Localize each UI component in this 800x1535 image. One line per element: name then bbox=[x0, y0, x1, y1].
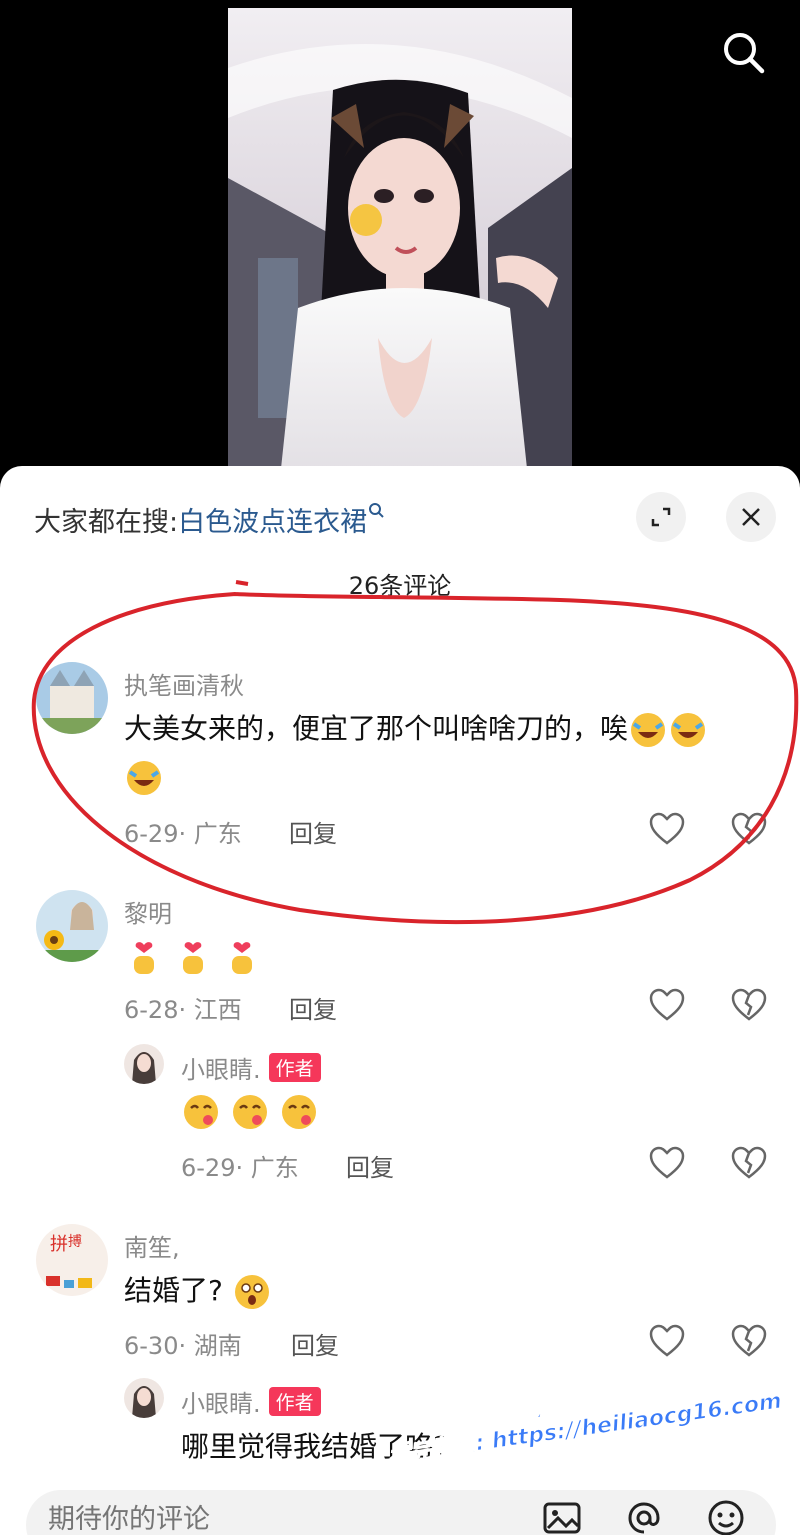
comment-meta: 6-29· 广东 bbox=[124, 820, 242, 848]
video-thumbnail bbox=[228, 8, 572, 478]
heart-icon bbox=[649, 988, 685, 1021]
avatar[interactable]: 拼 搏 bbox=[36, 1224, 108, 1296]
reply-button[interactable]: 回复 bbox=[289, 990, 337, 1025]
dislike-button[interactable] bbox=[731, 988, 767, 1022]
reply-author-name[interactable]: 小眼睛. bbox=[181, 1390, 261, 1418]
author-badge: 作者 bbox=[268, 1053, 321, 1082]
broken-heart-icon bbox=[731, 1146, 767, 1179]
expand-icon bbox=[651, 507, 671, 527]
search-icon bbox=[724, 33, 765, 74]
video-frame[interactable] bbox=[228, 8, 572, 478]
surprised-face-emoji bbox=[234, 1275, 269, 1309]
comment-meta: 6-28· 江西 bbox=[124, 996, 242, 1024]
reply-meta: 6-29· 广东 bbox=[181, 1154, 299, 1182]
dislike-button[interactable] bbox=[731, 1146, 767, 1180]
like-button[interactable] bbox=[649, 1324, 685, 1358]
broken-heart-icon bbox=[731, 988, 767, 1021]
reply-author: 小眼睛. 作者 bbox=[181, 1384, 321, 1419]
comment-text-line: 大美女来的，便宜了那个叫啥啥刀的，唉 bbox=[124, 712, 629, 745]
comment-input-bar bbox=[26, 1490, 776, 1535]
video-player[interactable] bbox=[0, 0, 800, 478]
yummy-face-emoji bbox=[184, 1095, 218, 1129]
finger-heart-emoji bbox=[134, 942, 154, 974]
comment-text-content: 结婚了? bbox=[124, 1274, 223, 1307]
broken-heart-icon bbox=[731, 812, 767, 845]
search-button[interactable] bbox=[716, 26, 770, 80]
svg-text:搏: 搏 bbox=[68, 1233, 82, 1250]
avatar[interactable] bbox=[36, 890, 108, 962]
dislike-button[interactable] bbox=[731, 812, 767, 846]
comment-meta: 6-30· 湖南 bbox=[124, 1332, 242, 1360]
expand-button[interactable] bbox=[636, 492, 686, 542]
heart-icon bbox=[649, 1324, 685, 1357]
svg-text:拼: 拼 bbox=[50, 1234, 68, 1255]
comment-text: 大美女来的，便宜了那个叫啥啥刀的，唉 bbox=[124, 704, 708, 754]
comment-input[interactable] bbox=[48, 1504, 528, 1535]
comment-text-line2 bbox=[124, 752, 164, 802]
dislike-button[interactable] bbox=[731, 1324, 767, 1358]
comment-text bbox=[124, 930, 262, 980]
close-button[interactable] bbox=[726, 492, 776, 542]
image-icon bbox=[543, 1502, 581, 1534]
like-button[interactable] bbox=[649, 1146, 685, 1180]
mention-button[interactable] bbox=[622, 1496, 666, 1535]
laugh-cry-emoji bbox=[671, 713, 706, 747]
commenter-name[interactable]: 黎明 bbox=[124, 894, 172, 929]
close-icon bbox=[742, 508, 760, 526]
heart-icon bbox=[649, 812, 685, 845]
hot-search-bar[interactable]: 大家都在搜:白色波点连衣裙 bbox=[34, 500, 387, 539]
search-icon bbox=[369, 503, 384, 518]
avatar[interactable] bbox=[36, 662, 108, 734]
laugh-cry-emoji bbox=[127, 761, 161, 795]
yummy-face-emoji bbox=[281, 1095, 316, 1129]
hot-search-keyword[interactable]: 白色波点连衣裙 bbox=[178, 507, 367, 538]
reply-button[interactable]: 回复 bbox=[289, 814, 337, 849]
reply-author-name[interactable]: 小眼睛. bbox=[181, 1056, 261, 1084]
comment-count: 26条评论 bbox=[348, 572, 452, 600]
author-badge: 作者 bbox=[268, 1387, 321, 1416]
smiley-icon bbox=[708, 1500, 744, 1535]
like-button[interactable] bbox=[649, 812, 685, 846]
finger-heart-emoji bbox=[182, 942, 203, 974]
reply-button[interactable]: 回复 bbox=[346, 1148, 394, 1183]
yummy-face-emoji bbox=[232, 1095, 267, 1129]
broken-heart-icon bbox=[731, 1324, 767, 1357]
reply-text bbox=[181, 1086, 319, 1136]
commenter-name[interactable]: 南笙, bbox=[124, 1228, 180, 1263]
like-button[interactable] bbox=[649, 988, 685, 1022]
reply-button[interactable]: 回复 bbox=[291, 1326, 339, 1361]
finger-heart-emoji bbox=[231, 942, 252, 974]
comment-text: 结婚了? bbox=[124, 1266, 272, 1316]
hot-search-prefix: 大家都在搜: bbox=[34, 507, 179, 538]
reply-text: 哪里觉得我结婚了咯? bbox=[181, 1430, 448, 1463]
heart-icon bbox=[649, 1146, 685, 1179]
avatar[interactable] bbox=[124, 1044, 164, 1084]
at-icon bbox=[628, 1502, 660, 1534]
avatar[interactable] bbox=[124, 1378, 164, 1418]
reply-author: 小眼睛. 作者 bbox=[181, 1050, 321, 1085]
emoji-button[interactable] bbox=[704, 1496, 748, 1535]
image-button[interactable] bbox=[540, 1496, 584, 1535]
laugh-cry-emoji bbox=[631, 713, 666, 747]
commenter-name[interactable]: 执笔画清秋 bbox=[124, 666, 244, 701]
